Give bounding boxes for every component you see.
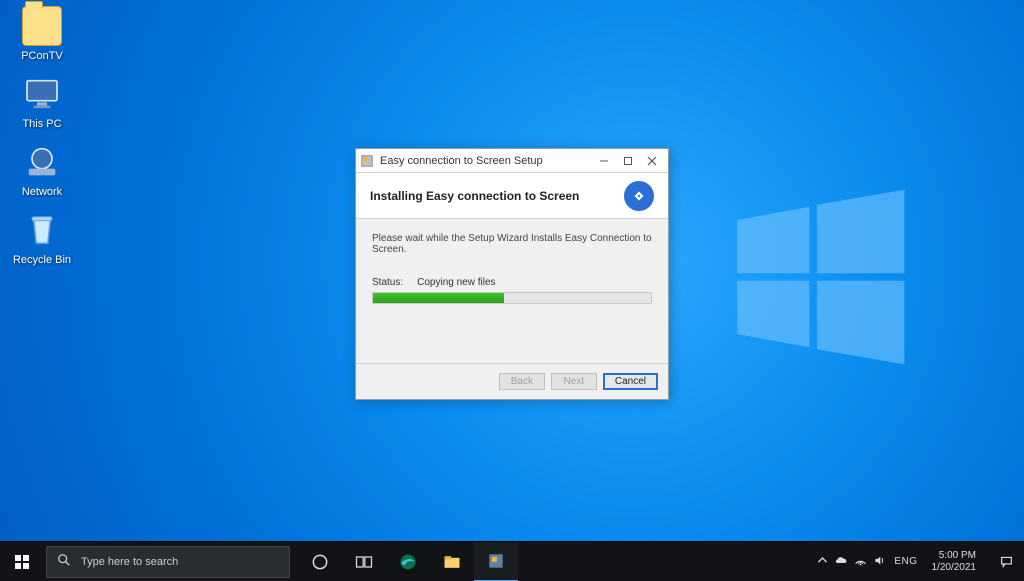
recycle-bin-icon[interactable]: Recycle Bin xyxy=(6,210,78,266)
clock[interactable]: 5:00 PM 1/20/2021 xyxy=(926,550,983,574)
speaker-icon[interactable] xyxy=(873,554,886,570)
network-icon[interactable]: Network xyxy=(6,142,78,198)
progress-fill xyxy=(373,293,504,303)
edge-browser-icon[interactable] xyxy=(386,542,430,581)
close-button[interactable] xyxy=(640,151,664,171)
search-icon xyxy=(57,553,71,570)
installer-window: Easy connection to Screen Setup Installi… xyxy=(355,148,669,400)
trash-icon xyxy=(22,210,62,250)
tray-chevron-up-icon[interactable] xyxy=(816,554,829,570)
start-button[interactable] xyxy=(0,542,44,581)
system-tray: ENG 5:00 PM 1/20/2021 xyxy=(816,542,1024,581)
folder-icon xyxy=(22,6,62,46)
search-box[interactable]: Type here to search xyxy=(46,546,290,578)
maximize-button[interactable] xyxy=(616,151,640,171)
monitor-icon xyxy=(22,74,62,114)
status-value: Copying new files xyxy=(417,277,495,288)
installer-body: Please wait while the Setup Wizard Insta… xyxy=(356,219,668,314)
file-explorer-icon[interactable] xyxy=(430,542,474,581)
desktop: PConTV This PC Network Recycle Bin xyxy=(0,0,1024,541)
search-placeholder: Type here to search xyxy=(81,556,178,568)
desktop-icon-label: Network xyxy=(6,186,78,198)
desktop-icon-label: Recycle Bin xyxy=(6,254,78,266)
wait-text: Please wait while the Setup Wizard Insta… xyxy=(372,233,652,255)
installer-app-icon xyxy=(360,154,374,168)
language-indicator[interactable]: ENG xyxy=(894,556,917,567)
installer-header: Installing Easy connection to Screen xyxy=(356,173,668,219)
taskbar: Type here to search xyxy=(0,541,1024,581)
status-label: Status: xyxy=(372,277,403,288)
progress-bar xyxy=(372,292,652,304)
cancel-button[interactable]: Cancel xyxy=(603,373,658,390)
minimize-button[interactable] xyxy=(592,151,616,171)
action-center-icon[interactable] xyxy=(990,542,1022,581)
back-button: Back xyxy=(499,373,545,390)
installer-taskbar-icon[interactable] xyxy=(474,542,518,581)
desktop-icon-label: PConTV xyxy=(6,50,78,62)
pcontv-folder-icon[interactable]: PConTV xyxy=(6,6,78,62)
installer-logo-icon xyxy=(624,181,654,211)
titlebar[interactable]: Easy connection to Screen Setup xyxy=(356,149,668,173)
task-view-icon[interactable] xyxy=(342,542,386,581)
installer-footer: Back Next Cancel xyxy=(356,363,668,399)
windows-logo-wallpaper xyxy=(722,182,912,372)
next-button: Next xyxy=(551,373,597,390)
this-pc-icon[interactable]: This PC xyxy=(6,74,78,130)
globe-network-icon xyxy=(22,142,62,182)
onedrive-icon[interactable] xyxy=(835,554,848,570)
network-tray-icon[interactable] xyxy=(854,554,867,570)
window-title: Easy connection to Screen Setup xyxy=(380,155,592,167)
desktop-icon-label: This PC xyxy=(6,118,78,130)
cortana-icon[interactable] xyxy=(298,542,342,581)
clock-date: 1/20/2021 xyxy=(932,562,977,574)
installer-heading: Installing Easy connection to Screen xyxy=(370,189,579,203)
clock-time: 5:00 PM xyxy=(932,550,977,562)
